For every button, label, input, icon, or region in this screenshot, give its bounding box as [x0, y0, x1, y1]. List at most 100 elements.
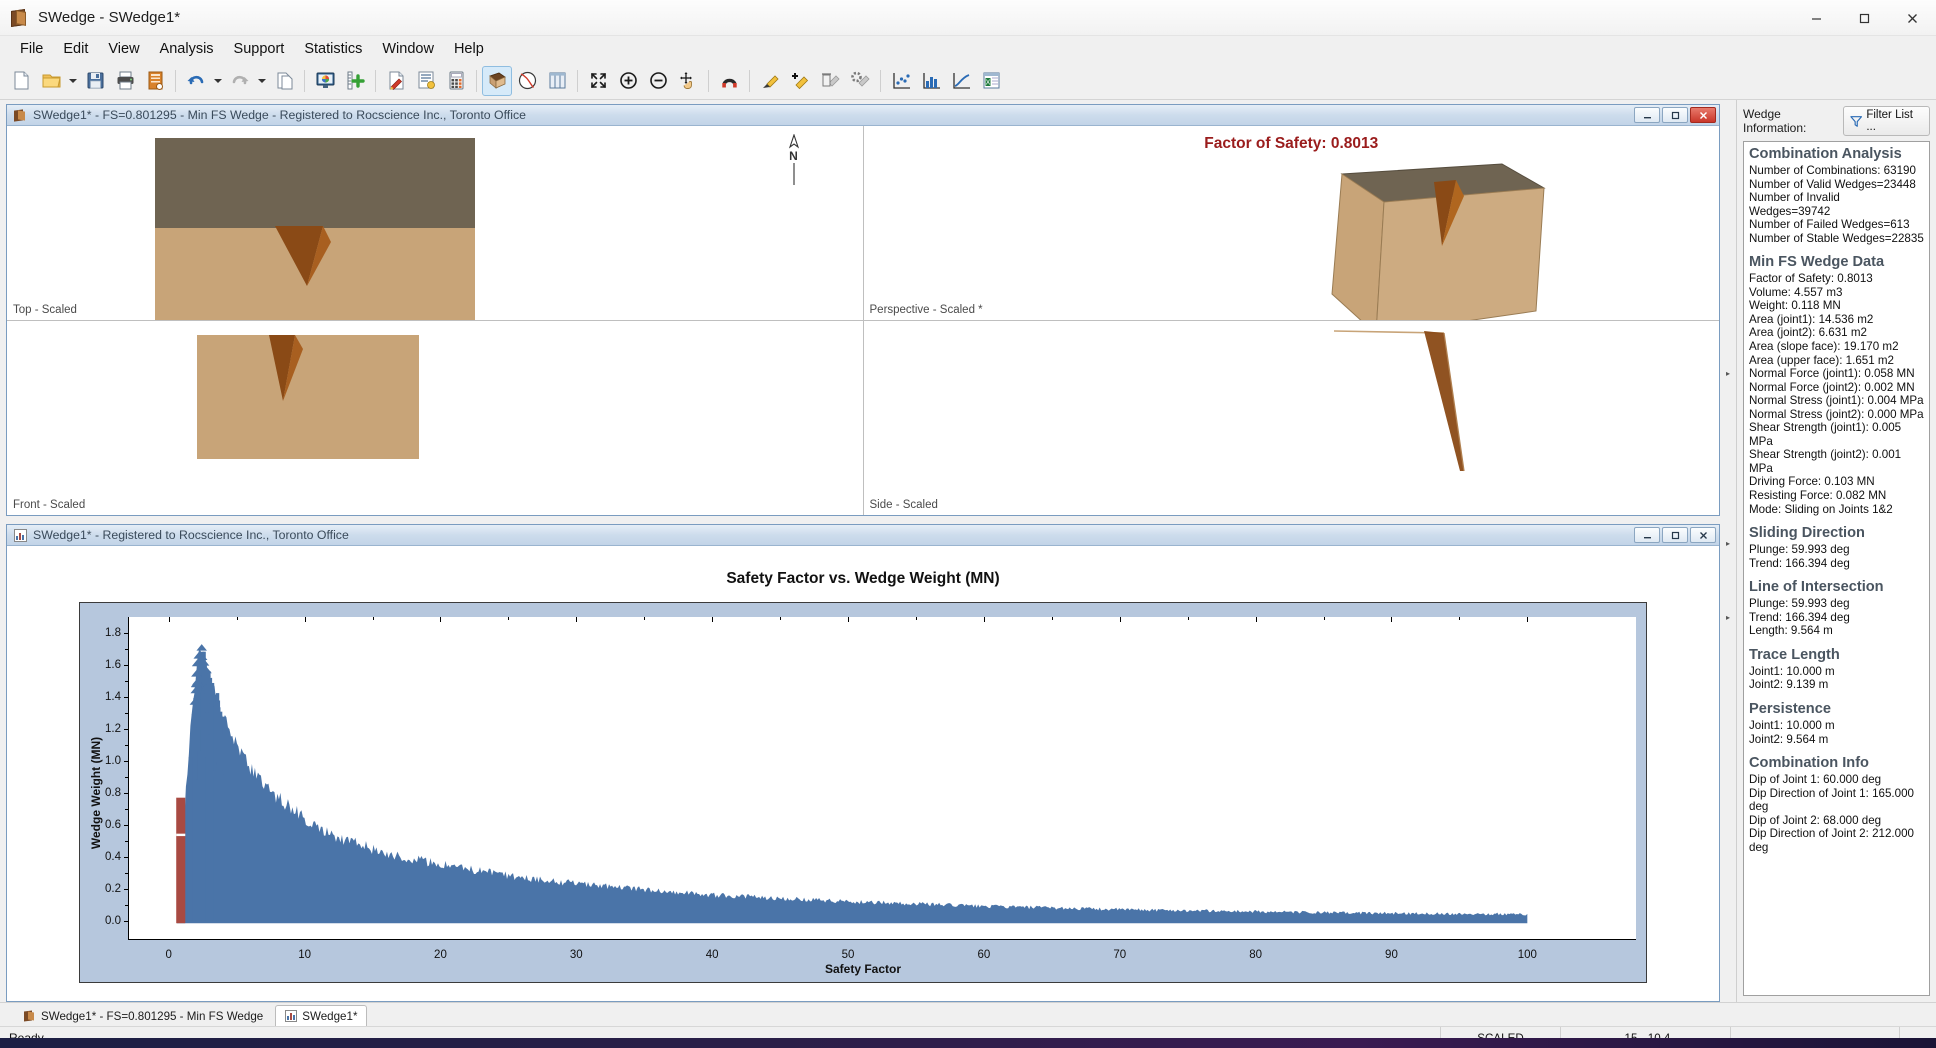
chart-y-axis-line	[128, 617, 129, 940]
quadrant-side-view[interactable]: Side - Scaled	[862, 321, 1719, 515]
close-button[interactable]	[1888, 0, 1936, 36]
redo-dropdown-caret-icon[interactable]	[255, 66, 269, 96]
menu-view[interactable]: View	[98, 38, 149, 60]
menu-file[interactable]: File	[10, 38, 53, 60]
wedge-view-close-button[interactable]	[1690, 107, 1716, 123]
calculator-icon[interactable]	[441, 66, 471, 96]
menu-help[interactable]: Help	[444, 38, 494, 60]
chart-x-tick-label: 90	[1385, 949, 1398, 961]
redo-icon[interactable]	[225, 66, 255, 96]
chart-x-tick-mark	[576, 617, 578, 622]
sidebar-info-line: Number of Stable Wedges=22835	[1749, 231, 1924, 245]
menu-support[interactable]: Support	[224, 38, 295, 60]
wedge-tab-icon	[24, 1010, 36, 1022]
pan-icon[interactable]	[673, 66, 703, 96]
wedge-view-maximize-button[interactable]	[1662, 107, 1688, 123]
zoom-all-icon[interactable]	[583, 66, 613, 96]
bolt-properties-icon[interactable]	[845, 66, 875, 96]
delete-bolt-icon[interactable]	[815, 66, 845, 96]
add-bolt-icon[interactable]	[785, 66, 815, 96]
menu-edit[interactable]: Edit	[53, 38, 98, 60]
chart-x-tick-label: 70	[1113, 949, 1127, 961]
excel-export-icon[interactable]: X	[976, 66, 1006, 96]
sidebar-info-line: Resisting Force: 0.082 MN	[1749, 489, 1887, 503]
chart-x-tick-label: 20	[434, 949, 447, 961]
chart-y-tick-mark	[124, 728, 128, 730]
add-scale-icon[interactable]	[340, 66, 370, 96]
sidebar-info-line: Area (joint1): 14.536 m2	[1749, 312, 1874, 326]
compass-north-label: N	[789, 149, 798, 163]
sidebar-info-line: Factor of Safety: 0.8013	[1749, 272, 1873, 286]
project-settings-icon[interactable]	[411, 66, 441, 96]
sidebar-section-heading: Trace Length	[1749, 646, 1840, 663]
plot-maximize-button[interactable]	[1662, 527, 1688, 543]
sidebar-info-line: Driving Force: 0.103 MN	[1749, 475, 1875, 489]
mdi-scrollbar[interactable]: ▸ ▸ ▸	[1722, 104, 1734, 966]
open-dropdown-caret-icon[interactable]	[66, 66, 80, 96]
quadrant-front-view[interactable]: Front - Scaled	[7, 321, 863, 515]
wedge-view-minimize-button[interactable]	[1634, 107, 1660, 123]
chart-x-axis-label: Safety Factor	[824, 962, 902, 976]
wedge-information-panel[interactable]: Combination Analysis Number of Combinatio…	[1743, 141, 1930, 996]
scroll-mid-arrow-icon[interactable]: ▸	[1722, 536, 1734, 550]
chart-plot-area[interactable]: Wedge Weight (MN) 0.0 0.2 0.4 0.6 0.8 1.0 1.2 1…	[79, 602, 1647, 983]
menu-analysis[interactable]: Analysis	[150, 38, 224, 60]
copy-icon[interactable]	[269, 66, 299, 96]
zoom-in-icon[interactable]	[613, 66, 643, 96]
window-tab-wedge-view[interactable]: SWedge1* - FS=0.801295 - Min FS Wedge	[14, 1005, 273, 1026]
filter-list-button[interactable]: Filter List ...	[1842, 106, 1930, 136]
sidebar-info-line: Plunge: 59.993 deg	[1749, 543, 1850, 557]
report-icon[interactable]	[140, 66, 170, 96]
quadrant-perspective-view[interactable]: Factor of Safety: 0.8013 Perspective - S…	[862, 126, 1719, 320]
scroll-up-arrow-icon[interactable]: ▸	[1722, 366, 1734, 380]
magnet-snap-icon[interactable]	[714, 66, 744, 96]
quadrant-top-view[interactable]: N Top - Scaled	[7, 126, 863, 320]
wedge-view-icon[interactable]	[482, 65, 512, 96]
display-options-icon[interactable]	[310, 66, 340, 96]
undo-dropdown-caret-icon[interactable]	[211, 66, 225, 96]
chart-x-tick-label: 60	[977, 949, 991, 961]
chart-canvas	[128, 617, 1636, 940]
undo-icon[interactable]	[181, 66, 211, 96]
sidebar-info-line: Number of Invalid Wedges=39742	[1749, 191, 1840, 218]
chart-x-tick-label: 40	[705, 949, 719, 961]
chart-y-minor-tick	[125, 904, 128, 906]
print-icon[interactable]	[110, 66, 140, 96]
stereonet-icon[interactable]	[512, 66, 542, 96]
edit-properties-icon[interactable]	[381, 66, 411, 96]
chart-x-minor-tick	[780, 617, 782, 620]
main-area: SWedge1* - FS=0.801295 - Min FS Wedge - …	[0, 100, 1936, 1002]
new-file-icon[interactable]	[6, 66, 36, 96]
maximize-button[interactable]	[1840, 0, 1888, 36]
chart-x-tick-label: 50	[841, 949, 855, 961]
chart-x-minor-tick	[1187, 617, 1189, 620]
sidebar-info-line: Dip Direction of Joint 1: 165.000 deg	[1749, 786, 1914, 814]
chart-x-tick-label: 10	[298, 949, 312, 961]
quadrant-front-label: Front - Scaled	[13, 499, 86, 511]
scroll-down-arrow-icon[interactable]: ▸	[1722, 610, 1734, 624]
edit-bolt-icon[interactable]	[755, 66, 785, 96]
histogram-plot-icon[interactable]	[916, 66, 946, 96]
plot-close-button[interactable]	[1690, 527, 1716, 543]
info-viewer-icon[interactable]	[542, 66, 572, 96]
menu-statistics[interactable]: Statistics	[294, 38, 372, 60]
chart-y-tick-mark	[124, 760, 128, 762]
scatter-plot-icon[interactable]	[886, 66, 916, 96]
zoom-out-icon[interactable]	[643, 66, 673, 96]
window-tab-plot[interactable]: SWedge1*	[275, 1005, 368, 1026]
chart-stable-wedges-cloud	[176, 648, 1528, 924]
save-icon[interactable]	[80, 66, 110, 96]
wedge-information-sidebar: Wedge Information: Filter List ... Combi…	[1736, 100, 1936, 1002]
chart-x-tick-label: 30	[569, 949, 583, 961]
menu-window[interactable]: Window	[372, 38, 444, 60]
chart-title: Safety Factor vs. Wedge Weight (MN)	[726, 570, 1000, 587]
chart-y-tick-mark	[124, 696, 128, 698]
chart-y-tick-mark	[124, 824, 128, 826]
chart-y-minor-tick	[125, 808, 128, 810]
plot-minimize-button[interactable]	[1634, 527, 1660, 543]
chart-y-tick-mark	[124, 920, 128, 922]
wedge-view-window: SWedge1* - FS=0.801295 - Min FS Wedge - …	[6, 104, 1720, 516]
minimize-button[interactable]	[1792, 0, 1840, 36]
open-folder-icon[interactable]	[36, 66, 66, 96]
cumulative-plot-icon[interactable]	[946, 66, 976, 96]
